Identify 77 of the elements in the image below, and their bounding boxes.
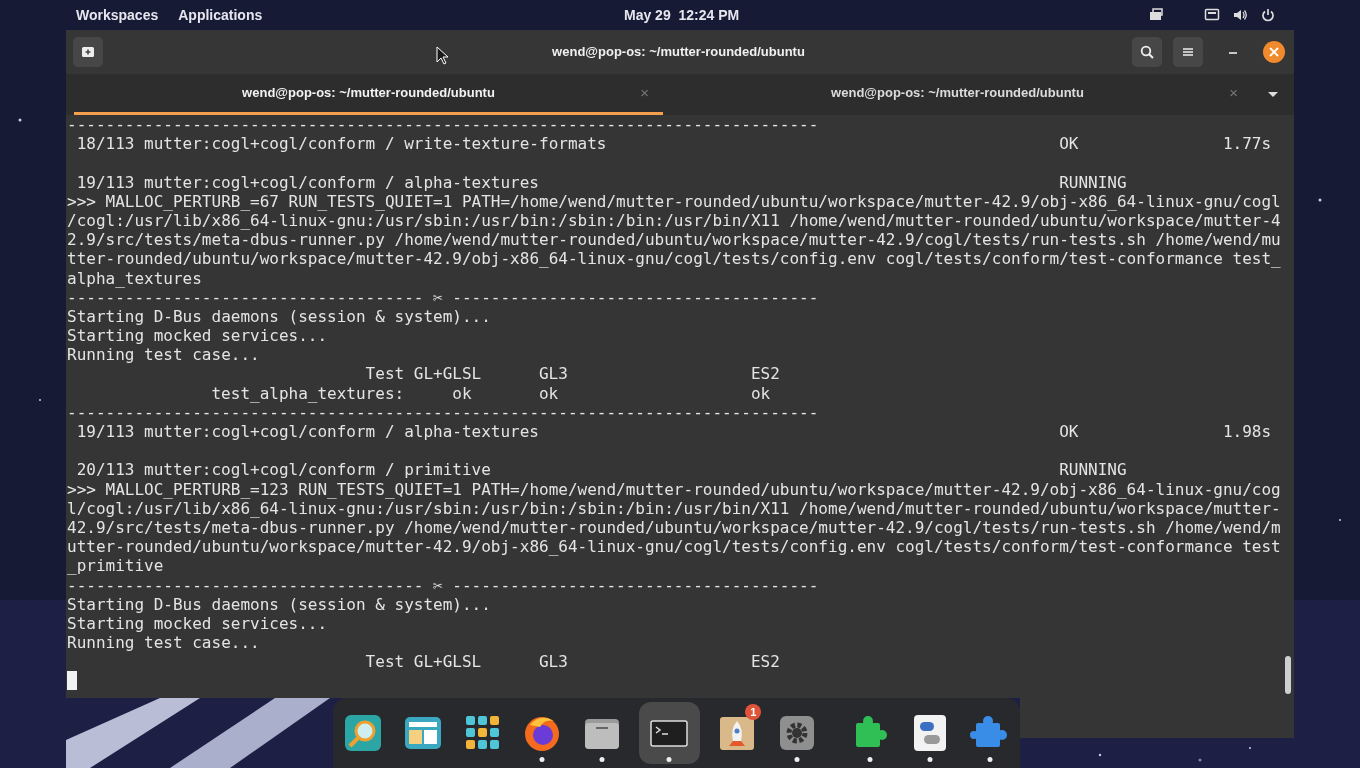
scrollbar-thumb[interactable] <box>1285 656 1291 694</box>
search-button[interactable] <box>1132 37 1162 67</box>
table-header-label: Test <box>365 364 405 384</box>
terminal-line: ------------------------------------------------------------------------------ <box>67 402 819 422</box>
notification-badge: 1 <box>745 704 762 720</box>
running-indicator <box>987 757 993 762</box>
top-menu[interactable]: Workspaces <box>68 0 167 30</box>
result-value: ok <box>750 383 771 403</box>
terminal-line: utter-rounded/ubuntu/workspace/mutter-42.9/obj-x86_64-linux-gnu/cogl/tests/config.env cogl/tests/conform/test-conformance test <box>67 537 1281 557</box>
text-cursor <box>67 671 77 691</box>
tab-label: wend@pop-os: ~/mutter-rounded/ubuntu <box>242 84 495 103</box>
search-icon <box>1140 45 1154 59</box>
magnifier-icon <box>343 713 384 753</box>
running-indicator <box>794 757 800 762</box>
running-indicator <box>927 757 933 762</box>
tab[interactable]: wend@pop-os: ~/mutter-rounded/ubuntu × <box>74 74 663 115</box>
table-header-label: Test <box>365 652 405 672</box>
terminal-line: Starting mocked services... <box>67 613 328 634</box>
column-header: GL3 <box>539 652 568 672</box>
test-case-name: test_alpha_textures: <box>211 383 405 403</box>
running-indicator <box>867 757 873 762</box>
result-value: ok <box>452 383 472 403</box>
running-indicator <box>539 757 545 762</box>
dock-item[interactable] <box>639 702 700 764</box>
result-value: ok <box>539 383 559 403</box>
menu-button[interactable] <box>1173 37 1203 67</box>
test-status: RUNNING <box>1059 172 1127 192</box>
terminal-line: _primitive <box>67 556 164 576</box>
column-header: GL3 <box>539 364 568 384</box>
running-indicator <box>599 757 605 762</box>
close-icon <box>1269 47 1279 57</box>
terminal-line: ------------------------------------------------------------------------------ <box>67 115 819 135</box>
terminal-line: /cogl:/usr/lib/x86_64-linux-gnu:/usr/sbin:/usr/bin:/sbin:/bin:/usr/bin/X11 /home/wend/mutter-rounded/ubuntu/workspace/mutter-4 <box>67 210 1281 231</box>
column-header: GL+GLSL <box>413 652 482 672</box>
terminal-line: 2.9/src/tests/meta-dbus-runner.py /home/wend/mutter-rounded/ubuntu/workspace/mutter-42.9/cogl/tests/run-tests.sh /home/wend/mu <box>67 230 1281 250</box>
close-button[interactable] <box>1263 41 1285 63</box>
new-tab-icon <box>81 45 95 59</box>
dock-item[interactable]: 1 <box>714 702 760 764</box>
new-tab-button[interactable] <box>73 37 103 67</box>
test-status: RUNNING <box>1059 460 1127 480</box>
terminal-line: tter-rounded/ubuntu/workspace/mutter-42.9/obj-x86_64-linux-gnu/cogl/tests/config.env cogl/tests/conform/test-conformance test_ <box>67 249 1281 269</box>
window-title: wend@pop-os: ~/mutter-rounded/ubuntu <box>551 43 806 62</box>
display-icon[interactable] <box>1204 7 1220 23</box>
top-menu[interactable]: Applications <box>170 0 271 30</box>
column-header: GL+GLSL <box>413 364 482 384</box>
test-name: 20/113 mutter:cogl+cogl/conform / primitive <box>76 460 491 480</box>
test-name: 19/113 mutter:cogl+cogl/conform / alpha-textures <box>76 422 539 441</box>
test-name: 19/113 mutter:cogl+cogl/conform / alpha-textures <box>76 172 539 192</box>
terminal-line: ------------------------------------- ✂ -------------------------------------- <box>67 287 819 307</box>
terminal-line: Starting D-Bus daemons (session & system)... <box>67 306 491 327</box>
terminal-line: 42.9/src/tests/meta-dbus-runner.py /home/wend/mutter-rounded/ubuntu/workspace/mutter-42.9/cogl/tests/run-tests.sh /home/wend/m <box>67 517 1281 538</box>
volume-icon[interactable] <box>1232 7 1248 23</box>
test-duration: 1.98s <box>1222 422 1272 442</box>
running-indicator <box>666 757 672 762</box>
terminal-line: ------------------------------------- ✂ -------------------------------------- <box>67 575 819 595</box>
caret-icon <box>1268 92 1278 97</box>
clock[interactable]: May 29 12:24 PM <box>620 4 744 26</box>
terminal-line: Running test case... <box>67 633 260 653</box>
terminal-line: Starting mocked services... <box>67 326 328 346</box>
test-duration: 1.77s <box>1222 134 1272 154</box>
test-name: 18/113 mutter:cogl+cogl/conform / write-texture-formats <box>76 134 607 154</box>
menu-icon <box>1182 46 1194 58</box>
terminal-line: Running test case... <box>67 345 260 365</box>
pointer-icon <box>436 46 449 65</box>
power-icon[interactable] <box>1260 7 1276 23</box>
terminal-line: >>> MALLOC_PERTURB_=67 RUN_TESTS_QUIET=1 PATH=/home/wend/mutter-rounded/ubuntu/workspace/mutter-42.9/obj-x86_64-linux-gnu/cogl <box>67 191 1281 211</box>
test-status: OK <box>1059 134 1079 154</box>
tab-label: wend@pop-os: ~/mutter-rounded/ubuntu <box>831 84 1084 103</box>
column-header: ES2 <box>750 652 780 672</box>
tab[interactable]: wend@pop-os: ~/mutter-rounded/ubuntu × <box>663 74 1252 115</box>
windows-icon[interactable] <box>1148 7 1164 23</box>
column-header: ES2 <box>750 364 780 384</box>
terminal-line: l/cogl:/usr/lib/x86_64-linux-gnu:/usr/sbin:/usr/bin:/sbin:/bin:/usr/bin/X11 /home/wend/mutter-rounded/ubuntu/workspace/mutter- <box>67 498 1281 518</box>
terminal-line: >>> MALLOC_PERTURB_=123 RUN_TESTS_QUIET=1 PATH=/home/wend/mutter-rounded/ubuntu/workspace/mutter-42.9/obj-x86_64-linux-gnu/cog <box>67 479 1281 499</box>
test-status: OK <box>1059 422 1079 441</box>
terminal-line: Starting D-Bus daemons (session & system)... <box>67 594 491 614</box>
terminal-line: alpha_textures <box>67 268 202 288</box>
